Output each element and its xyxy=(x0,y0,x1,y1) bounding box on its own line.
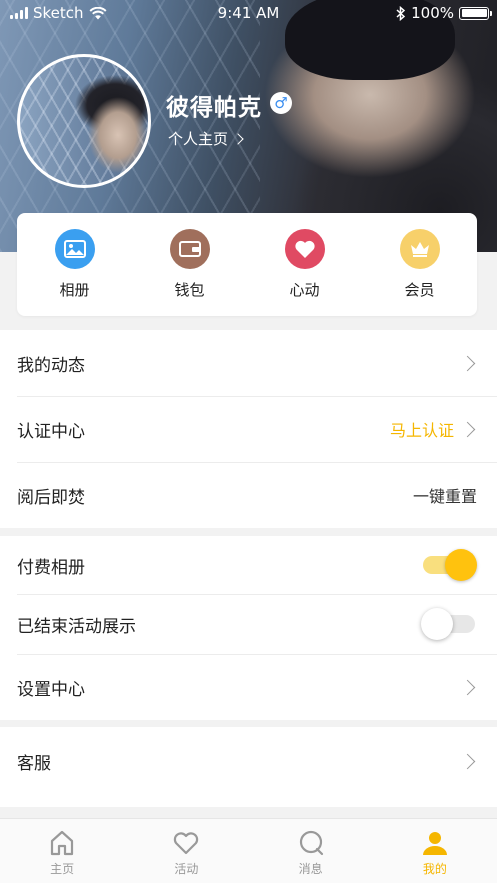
settings-group-1: 我的动态 认证中心 马上认证 阅后即焚 一键重置 xyxy=(0,330,497,528)
tab-messages[interactable]: 消息 xyxy=(249,819,373,883)
crown-icon xyxy=(399,229,440,269)
male-gender-icon: ♂ xyxy=(270,92,292,114)
heart-icon xyxy=(284,229,325,269)
battery-percent: 100% xyxy=(411,4,454,22)
chevron-right-icon xyxy=(459,355,476,371)
settings-center-label: 设置中心 xyxy=(17,679,85,700)
wallet-icon xyxy=(169,229,210,269)
tab-me-label: 我的 xyxy=(422,862,447,876)
quick-actions-card: 相册 钱包 心动 会员 xyxy=(17,213,477,316)
quick-action-wallet[interactable]: 钱包 xyxy=(140,229,240,300)
tab-messages-label: 消息 xyxy=(298,862,323,876)
tab-activity-label: 活动 xyxy=(174,862,199,876)
avatar[interactable] xyxy=(17,54,151,188)
home-icon xyxy=(51,830,74,856)
quick-action-album[interactable]: 相册 xyxy=(25,229,125,300)
settings-group-3: 客服 xyxy=(0,727,497,807)
my-posts-label: 我的动态 xyxy=(17,355,85,376)
burn-after-reading-label: 阅后即焚 xyxy=(17,487,85,508)
personal-homepage-label: 个人主页 xyxy=(168,130,229,148)
show-ended-events-row: 已结束活动展示 xyxy=(0,594,497,654)
chevron-right-icon xyxy=(459,679,476,695)
my-posts-row[interactable]: 我的动态 xyxy=(0,330,497,396)
status-bar: Sketch 9:41 AM 100% xyxy=(0,0,497,26)
tab-me[interactable]: 我的 xyxy=(373,819,497,883)
person-icon xyxy=(422,832,447,855)
quick-action-wallet-label: 钱包 xyxy=(174,281,205,299)
chevron-right-icon xyxy=(459,753,476,769)
message-icon xyxy=(299,830,323,856)
paid-album-row: 付费相册 xyxy=(0,536,497,594)
quick-action-crush-label: 心动 xyxy=(289,281,320,299)
chevron-right-icon xyxy=(459,421,476,437)
quick-action-membership-label: 会员 xyxy=(404,281,435,299)
reset-all-button[interactable]: 一键重置 xyxy=(413,483,477,507)
profile-name: 彼得帕克 xyxy=(166,95,262,121)
verification-center-row[interactable]: 认证中心 马上认证 xyxy=(0,396,497,462)
battery-icon xyxy=(459,6,492,20)
customer-service-row[interactable]: 客服 xyxy=(0,727,497,795)
quick-action-membership[interactable]: 会员 xyxy=(370,229,470,300)
photo-icon xyxy=(54,229,95,269)
quick-action-crush[interactable]: 心动 xyxy=(255,229,355,300)
tab-home-label: 主页 xyxy=(50,862,75,876)
quick-action-album-label: 相册 xyxy=(59,281,90,299)
heart-outline-icon xyxy=(174,832,199,855)
bottom-tab-bar: 主页 活动 消息 我的 xyxy=(0,818,497,883)
tab-activity[interactable]: 活动 xyxy=(124,819,248,883)
burn-after-reading-row[interactable]: 阅后即焚 一键重置 xyxy=(0,462,497,528)
settings-center-row[interactable]: 设置中心 xyxy=(0,654,497,720)
paid-album-label: 付费相册 xyxy=(17,557,85,578)
chevron-right-icon xyxy=(232,132,244,145)
customer-service-label: 客服 xyxy=(17,753,51,774)
verify-now-link[interactable]: 马上认证 xyxy=(390,417,454,441)
verification-center-label: 认证中心 xyxy=(17,421,85,442)
show-ended-events-toggle[interactable] xyxy=(421,608,475,640)
bluetooth-icon xyxy=(396,5,406,21)
paid-album-toggle[interactable] xyxy=(423,549,477,581)
tab-home[interactable]: 主页 xyxy=(0,819,124,883)
personal-homepage-link[interactable]: 个人主页 xyxy=(168,128,244,149)
show-ended-events-label: 已结束活动展示 xyxy=(17,616,136,637)
settings-group-2: 付费相册 已结束活动展示 设置中心 xyxy=(0,536,497,720)
